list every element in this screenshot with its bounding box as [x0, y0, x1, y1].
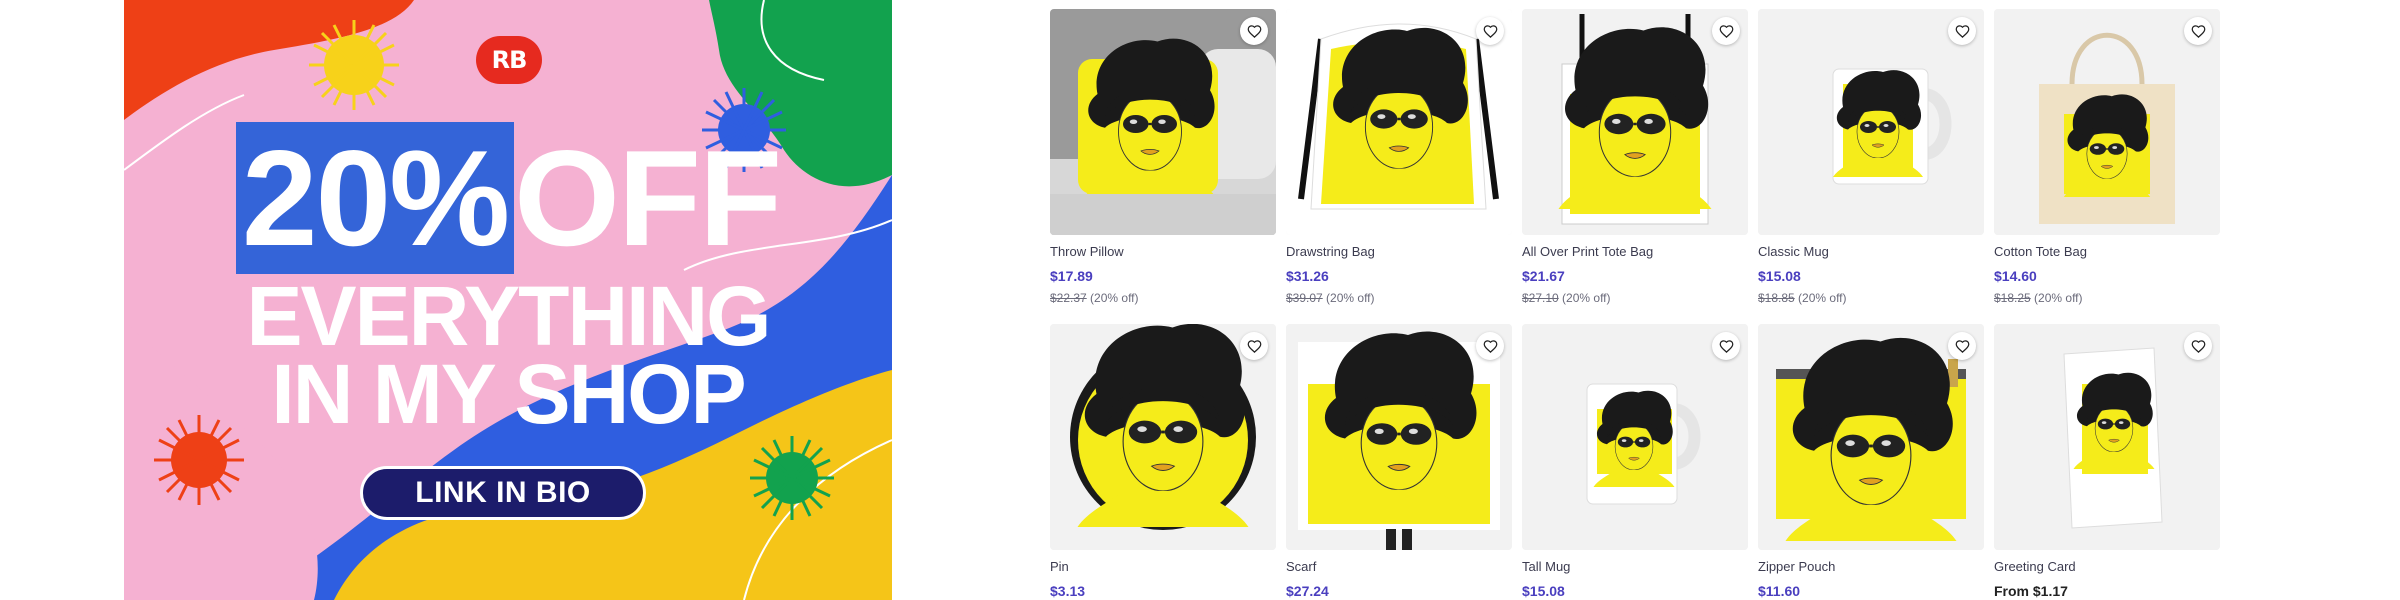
product-artwork: [1050, 324, 1276, 550]
redbubble-logo: RB: [476, 36, 542, 84]
product-image[interactable]: [1522, 9, 1748, 235]
product-artwork: [1522, 324, 1748, 550]
product-price: $21.67: [1522, 268, 1565, 284]
headline-in-my-shop: IN MY SHOP: [271, 347, 746, 441]
product-name[interactable]: Classic Mug: [1758, 244, 1984, 259]
original-price: $39.07: [1286, 291, 1323, 305]
discount-headline: 20%OFF: [124, 122, 892, 274]
heart-outline-icon[interactable]: [1948, 332, 1976, 360]
product-price: $11.60: [1758, 583, 1801, 599]
original-price-row: $18.25 (20% off): [1994, 291, 2220, 305]
product-artwork: [1050, 9, 1276, 235]
product-price: $15.08: [1522, 583, 1565, 599]
product-image[interactable]: [1286, 324, 1512, 550]
product-card[interactable]: Zipper Pouch $11.60: [1758, 324, 1984, 599]
heart-outline-icon[interactable]: [1240, 17, 1268, 45]
product-card[interactable]: Classic Mug $15.08 $18.85 (20% off): [1758, 9, 1984, 305]
discount-label: (20% off): [1798, 291, 1847, 305]
product-artwork: [1758, 324, 1984, 550]
product-artwork: [1286, 9, 1512, 235]
product-price: $17.89: [1050, 268, 1093, 284]
heart-outline-icon[interactable]: [1712, 332, 1740, 360]
original-price-row: $18.85 (20% off): [1758, 291, 1984, 305]
product-price: $14.60: [1994, 268, 2037, 284]
product-image[interactable]: [1286, 9, 1512, 235]
headline-everything: EVERYTHING: [246, 269, 772, 363]
promo-banner: RB 20%OFF EVERYTHING IN MY SHOP LINK IN …: [124, 0, 892, 600]
product-price: $3.13: [1050, 583, 1086, 599]
discount-label: (20% off): [2034, 291, 2083, 305]
heart-outline-icon[interactable]: [1712, 17, 1740, 45]
heart-outline-icon[interactable]: [1476, 332, 1504, 360]
original-price: $27.10: [1522, 291, 1559, 305]
product-price: $31.26: [1286, 268, 1329, 284]
product-image[interactable]: [1758, 9, 1984, 235]
product-name[interactable]: Cotton Tote Bag: [1994, 244, 2220, 259]
discount-percent: 20%: [235, 122, 515, 274]
product-name[interactable]: Drawstring Bag: [1286, 244, 1512, 259]
product-card[interactable]: Cotton Tote Bag $14.60 $18.25 (20% off): [1994, 9, 2220, 305]
product-image[interactable]: [1050, 324, 1276, 550]
product-card[interactable]: Scarf $27.24: [1286, 324, 1512, 599]
heart-outline-icon[interactable]: [1948, 17, 1976, 45]
product-image[interactable]: [1994, 324, 2220, 550]
product-card[interactable]: Pin $3.13: [1050, 324, 1276, 599]
discount-off: OFF: [514, 122, 782, 274]
product-card[interactable]: Throw Pillow $17.89 $22.37 (20% off): [1050, 9, 1276, 305]
discount-label: (20% off): [1562, 291, 1611, 305]
product-name[interactable]: Zipper Pouch: [1758, 559, 1984, 574]
product-card[interactable]: Tall Mug $15.08: [1522, 324, 1748, 599]
discount-label: (20% off): [1326, 291, 1375, 305]
original-price-row: $39.07 (20% off): [1286, 291, 1512, 305]
heart-outline-icon[interactable]: [2184, 332, 2212, 360]
heart-outline-icon[interactable]: [1240, 332, 1268, 360]
original-price: $18.85: [1758, 291, 1795, 305]
burst-yellow: [309, 20, 399, 110]
heart-outline-icon[interactable]: [1476, 17, 1504, 45]
product-name[interactable]: Scarf: [1286, 559, 1512, 574]
product-image[interactable]: [1758, 324, 1984, 550]
product-artwork: [1522, 9, 1748, 235]
product-price: $27.24: [1286, 583, 1329, 599]
product-artwork: [1994, 324, 2220, 550]
product-name[interactable]: Tall Mug: [1522, 559, 1748, 574]
product-card[interactable]: All Over Print Tote Bag $21.67 $27.10 (20…: [1522, 9, 1748, 305]
original-price-row: $22.37 (20% off): [1050, 291, 1276, 305]
link-in-bio-button[interactable]: LINK IN BIO: [360, 466, 646, 520]
product-artwork: [1758, 9, 1984, 235]
product-name[interactable]: Throw Pillow: [1050, 244, 1276, 259]
product-card[interactable]: Drawstring Bag $31.26 $39.07 (20% off): [1286, 9, 1512, 305]
product-price: $15.08: [1758, 268, 1801, 284]
original-price: $18.25: [1994, 291, 2031, 305]
product-name[interactable]: All Over Print Tote Bag: [1522, 244, 1748, 259]
original-price: $22.37: [1050, 291, 1087, 305]
product-name[interactable]: Greeting Card: [1994, 559, 2220, 574]
product-artwork: [1994, 9, 2220, 235]
product-image[interactable]: [1994, 9, 2220, 235]
product-image[interactable]: [1050, 9, 1276, 235]
product-card[interactable]: Greeting Card From $1.17: [1994, 324, 2220, 599]
burst-green: [750, 436, 834, 520]
product-artwork: [1286, 324, 1512, 550]
product-price: From $1.17: [1994, 583, 2068, 599]
original-price-row: $27.10 (20% off): [1522, 291, 1748, 305]
heart-outline-icon[interactable]: [2184, 17, 2212, 45]
product-image[interactable]: [1522, 324, 1748, 550]
product-name[interactable]: Pin: [1050, 559, 1276, 574]
discount-label: (20% off): [1090, 291, 1139, 305]
